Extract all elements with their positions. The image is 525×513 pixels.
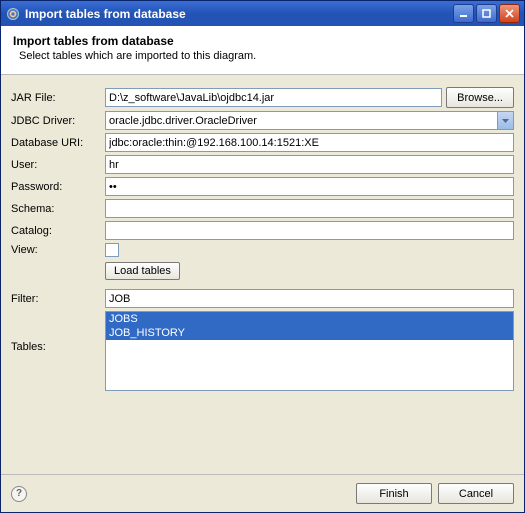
view-label: View: bbox=[11, 244, 101, 256]
header-panel: Import tables from database Select table… bbox=[1, 26, 524, 75]
catalog-input[interactable] bbox=[105, 221, 514, 240]
cancel-button[interactable]: Cancel bbox=[438, 483, 514, 504]
password-input[interactable] bbox=[105, 177, 514, 196]
load-tables-row: Load tables bbox=[105, 262, 514, 280]
load-tables-button[interactable]: Load tables bbox=[105, 262, 180, 280]
jdbc-driver-label: JDBC Driver: bbox=[11, 115, 101, 127]
user-label: User: bbox=[11, 159, 101, 171]
jar-file-label: JAR File: bbox=[11, 92, 101, 104]
tables-listbox[interactable]: JOBSJOB_HISTORY bbox=[105, 311, 514, 391]
list-item[interactable]: JOBS bbox=[106, 312, 513, 326]
password-label: Password: bbox=[11, 181, 101, 193]
form-grid: JAR File: Browse... JDBC Driver: oracle.… bbox=[11, 87, 514, 391]
database-uri-label: Database URI: bbox=[11, 137, 101, 149]
filter-input[interactable] bbox=[105, 289, 514, 308]
user-input[interactable] bbox=[105, 155, 514, 174]
finish-button[interactable]: Finish bbox=[356, 483, 432, 504]
schema-input[interactable] bbox=[105, 199, 514, 218]
title-button-group bbox=[453, 4, 520, 23]
footer: ? Finish Cancel bbox=[1, 474, 524, 512]
list-item[interactable]: JOB_HISTORY bbox=[106, 326, 513, 340]
chevron-down-icon bbox=[497, 112, 513, 129]
browse-button[interactable]: Browse... bbox=[446, 87, 514, 108]
page-subtitle: Select tables which are imported to this… bbox=[19, 50, 512, 62]
database-uri-input[interactable] bbox=[105, 133, 514, 152]
jdbc-driver-combo[interactable]: oracle.jdbc.driver.OracleDriver bbox=[105, 111, 514, 130]
catalog-label: Catalog: bbox=[11, 225, 101, 237]
view-checkbox-cell bbox=[105, 243, 514, 257]
dialog-window: Import tables from database Import table… bbox=[0, 0, 525, 513]
app-icon bbox=[5, 6, 21, 22]
jdbc-driver-value: oracle.jdbc.driver.OracleDriver bbox=[109, 115, 497, 127]
minimize-button[interactable] bbox=[453, 4, 474, 23]
jar-file-input[interactable] bbox=[105, 88, 442, 107]
content-area: JAR File: Browse... JDBC Driver: oracle.… bbox=[1, 75, 524, 474]
close-button[interactable] bbox=[499, 4, 520, 23]
view-checkbox[interactable] bbox=[105, 243, 119, 257]
filter-label: Filter: bbox=[11, 293, 101, 305]
help-icon[interactable]: ? bbox=[11, 486, 27, 502]
schema-label: Schema: bbox=[11, 203, 101, 215]
page-title: Import tables from database bbox=[13, 34, 512, 48]
window-title: Import tables from database bbox=[25, 7, 453, 21]
titlebar: Import tables from database bbox=[1, 1, 524, 26]
tables-label: Tables: bbox=[11, 311, 101, 353]
maximize-button[interactable] bbox=[476, 4, 497, 23]
